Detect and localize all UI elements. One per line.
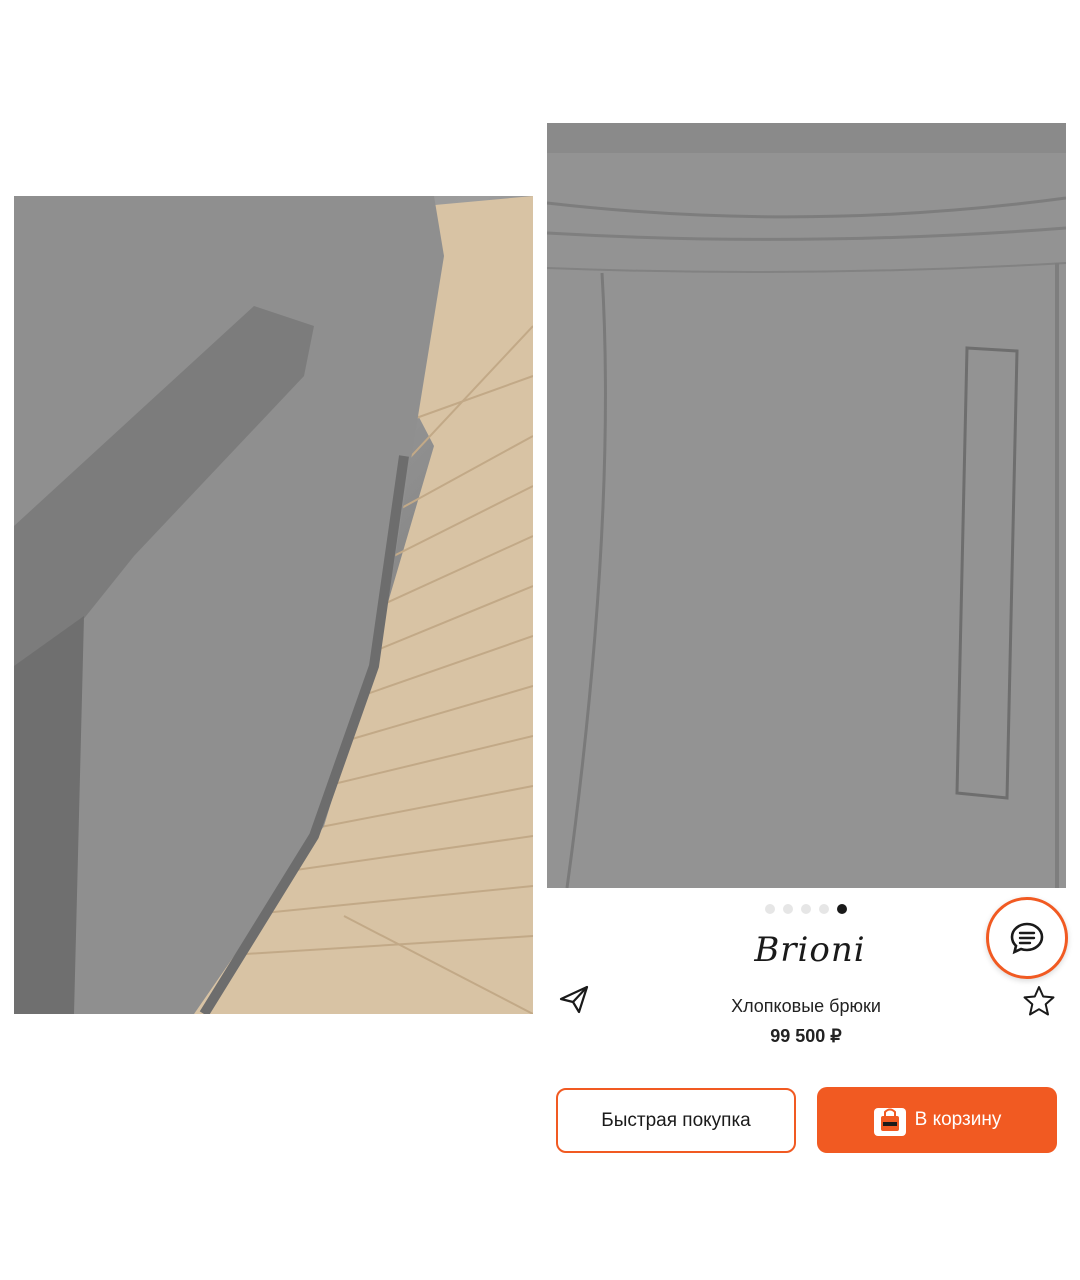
product-photo-main[interactable] — [547, 123, 1066, 888]
share-icon — [559, 985, 589, 1014]
add-to-cart-button[interactable]: В корзину — [817, 1087, 1057, 1153]
product-price: 99 500 ₽ — [770, 1026, 842, 1046]
fabric-closeup-image — [14, 196, 533, 1014]
product-photo-detail — [14, 196, 533, 1014]
bag-icon — [873, 1108, 906, 1136]
gallery-dot[interactable] — [819, 904, 829, 914]
brand-logo[interactable]: Brioni — [740, 930, 880, 980]
gallery-dot[interactable] — [783, 904, 793, 914]
trousers-image — [547, 123, 1066, 888]
gallery-pagination — [765, 903, 855, 915]
gallery-dot-active[interactable] — [837, 904, 847, 914]
favorite-button[interactable] — [1022, 984, 1056, 1018]
quick-buy-button[interactable]: Быстрая покупка — [556, 1088, 796, 1153]
share-button[interactable] — [558, 984, 590, 1014]
gallery-dot[interactable] — [801, 904, 811, 914]
chat-icon — [1010, 922, 1044, 955]
add-to-cart-label: В корзину — [914, 1109, 1002, 1130]
star-icon — [1023, 986, 1055, 1016]
product-name: Хлопковые брюки — [731, 996, 881, 1016]
chat-button[interactable] — [986, 897, 1068, 979]
gallery-dot[interactable] — [765, 904, 775, 914]
